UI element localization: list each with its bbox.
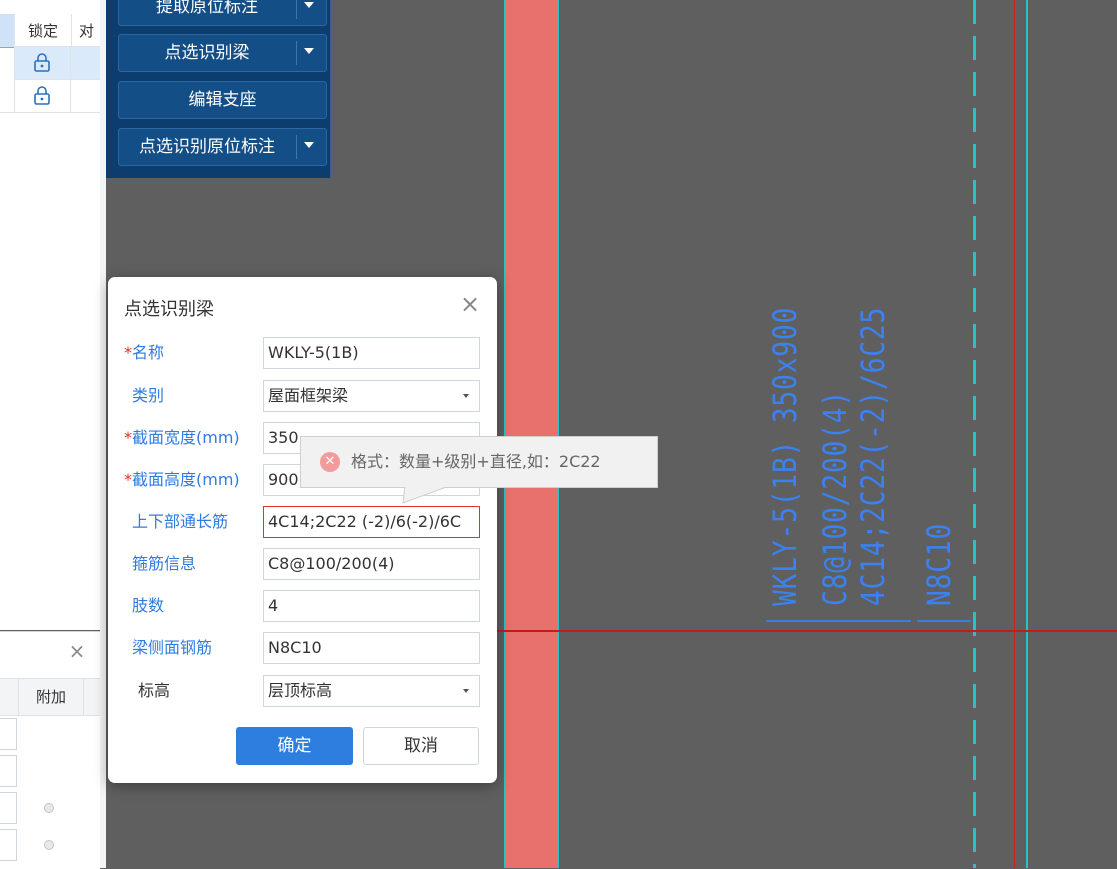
field-label-category: 类别 [132,380,164,412]
validation-tooltip: ✕ 格式：数量+级别+直径,如：2C22 [300,436,658,504]
secondary-panel-cell[interactable] [0,829,17,861]
confirm-button[interactable]: 确定 [236,727,353,765]
grid-header-cut[interactable]: 对 [71,14,101,47]
extract-annotation-button[interactable]: 提取原位标注 [118,0,327,26]
grid-row-2[interactable] [0,80,100,113]
field-label-text: 标高 [138,681,171,700]
validation-tooltip-text: 格式：数量+级别+直径,如：2C22 [351,452,601,471]
field-label-text: 肢数 [132,596,165,615]
beam-annotation-stirrup[interactable]: C8@100/200(4) [816,390,854,606]
field-label-elevation: 标高 [138,675,170,707]
extract-annotation-label: 提取原位标注 [156,0,258,17]
secondary-panel-cell[interactable] [0,755,17,787]
field-label-text: 截面宽度(mm) [132,428,240,447]
beam-toolbar: 提取原位标注 点选识别梁 编辑支座 点选识别原位标注 [106,0,331,178]
property-grid-panel: 锁定 对 [0,0,101,630]
dialog-title: 点选识别梁 [124,299,214,320]
axis-line-cyan [557,0,559,868]
secondary-panel-header: 附加 [0,678,100,716]
pick-identify-annotation-label: 点选识别原位标注 [139,137,275,157]
pick-identify-beam-label: 点选识别梁 [164,43,250,63]
edit-support-label: 编辑支座 [188,90,257,110]
cancel-button[interactable]: 取消 [363,727,479,765]
grid-column-divider [14,80,15,113]
field-label-text: 截面高度(mm) [132,470,240,489]
side-rebar-input[interactable]: N8C10 [263,632,480,664]
lock-icon[interactable] [34,52,50,72]
name-input[interactable]: WKLY-5(1B) [263,337,480,369]
annotation-leader-line [917,620,971,622]
grid-header-left-edge [0,14,14,47]
grid-header-locked-label: 锁定 [27,21,58,40]
legs-input[interactable]: 4 [263,590,480,622]
field-label-name: *名称 [124,337,164,369]
axis-line-red [1014,0,1015,868]
pick-identify-annotation-button[interactable]: 点选识别原位标注 [118,128,327,166]
grid-header-cut-label: 对 [78,21,94,40]
secondary-panel-cell[interactable] [0,792,17,824]
field-label-side-rebar: 梁侧面钢筋 [132,632,212,664]
identify-beam-dialog: 点选识别梁 × *名称 WKLY-5(1B) 类别 屋面框架梁 *截面宽度(mm… [108,277,497,783]
chevron-down-icon[interactable] [304,142,314,148]
field-label-text: 箍筋信息 [132,554,197,573]
axis-line-cyan [504,0,506,868]
beam-annotation-side-rebar[interactable]: N8C10 [920,523,958,606]
secondary-panel-cell[interactable] [0,718,17,750]
secondary-panel: × 附加 [0,631,100,869]
radio-option[interactable] [44,840,54,850]
close-icon[interactable]: × [457,291,483,317]
field-label-stirrup: 箍筋信息 [132,548,196,580]
tooltip-pointer [402,486,450,504]
beam-section-band[interactable] [506,0,558,868]
stirrup-input[interactable]: C8@100/200(4) [263,548,480,580]
beam-annotation-rebar[interactable]: 4C14;2C22(-2)/6C25 [854,307,892,606]
chevron-down-icon[interactable] [304,2,314,8]
grid-column-divider [70,47,71,113]
grid-row-1[interactable] [14,47,101,80]
field-label-height: *截面高度(mm) [124,464,240,496]
field-label-longitudinal-rebar: 上下部通长筋 [132,506,228,538]
edit-support-button[interactable]: 编辑支座 [118,81,327,119]
chevron-down-icon[interactable] [463,394,469,398]
required-mark: * [124,428,132,447]
field-label-text: 类别 [132,386,165,405]
field-label-text: 梁侧面钢筋 [132,638,213,657]
beam-annotation-name[interactable]: WKLY-5(1B) 350x900 [766,307,804,606]
secondary-panel-header-label[interactable]: 附加 [18,679,84,715]
required-mark: * [124,470,132,489]
pick-identify-beam-button[interactable]: 点选识别梁 [118,34,327,72]
axis-line-dashed [973,0,976,868]
axis-line-cyan [1026,0,1028,868]
chevron-down-icon[interactable] [463,689,469,693]
field-label-text: 上下部通长筋 [132,512,229,531]
longitudinal-rebar-input[interactable]: 4C14;2C22 (-2)/6(-2)/6C [263,506,480,538]
required-mark: * [124,343,132,362]
category-select[interactable]: 屋面框架梁 [263,380,480,412]
error-circle-icon: ✕ [320,452,340,472]
elevation-select[interactable]: 层顶标高 [263,675,480,707]
button-separator [296,0,297,19]
field-label-width: *截面宽度(mm) [124,422,240,454]
category-select-value: 屋面框架梁 [268,386,349,405]
button-separator [296,135,297,159]
field-label-legs: 肢数 [132,590,164,622]
annotation-leader-line [766,620,911,622]
chevron-down-icon[interactable] [304,48,314,54]
button-separator [296,41,297,65]
lock-icon[interactable] [34,85,50,105]
elevation-select-value: 层顶标高 [268,681,333,700]
grid-header-locked[interactable]: 锁定 [14,14,71,47]
radio-option[interactable] [44,803,54,813]
field-label-text: 名称 [132,343,165,362]
close-icon[interactable]: × [66,640,88,662]
